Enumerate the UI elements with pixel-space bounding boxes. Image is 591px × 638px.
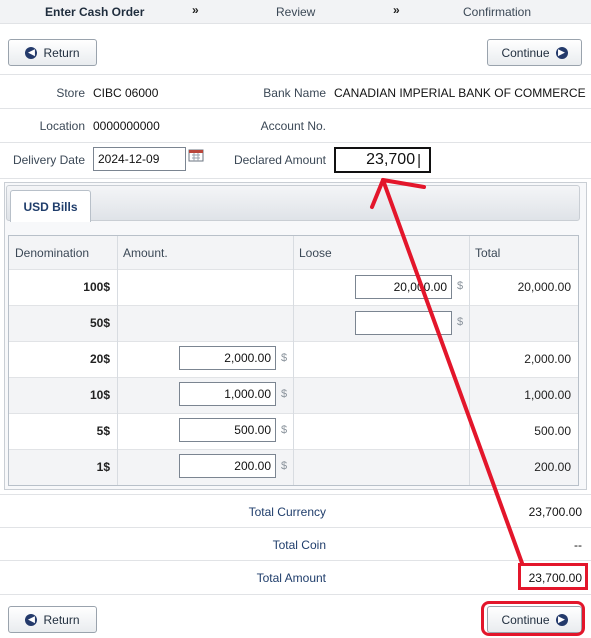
annotation-arrowhead <box>370 178 385 209</box>
annotation-arrowhead <box>381 178 426 189</box>
annotation-arrow-line <box>381 178 524 565</box>
annotation-arrows <box>370 178 524 565</box>
